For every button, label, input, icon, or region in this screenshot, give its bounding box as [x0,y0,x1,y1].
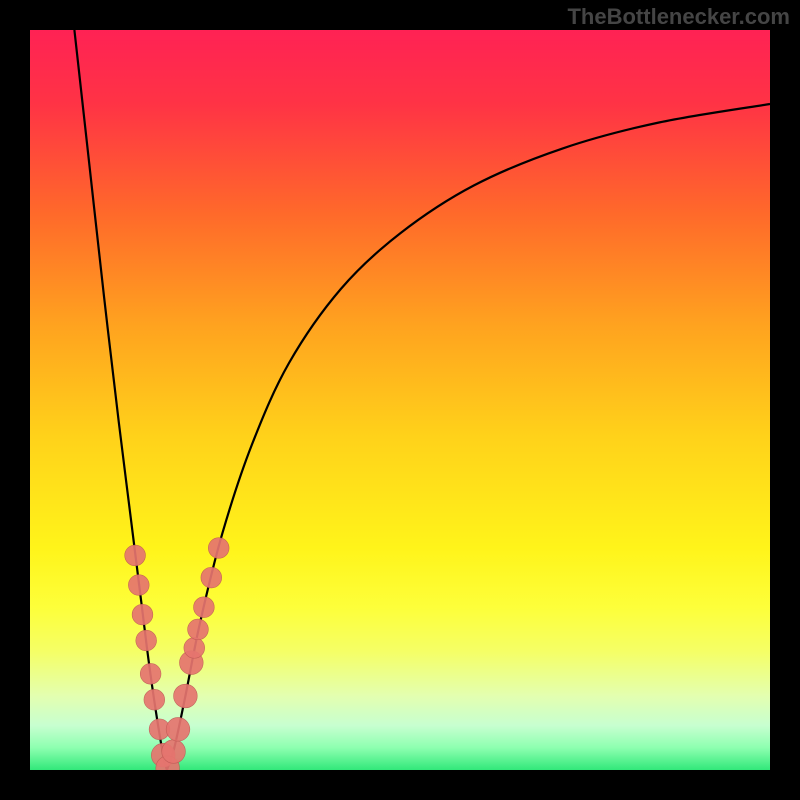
data-marker [174,684,198,708]
data-marker [125,545,146,566]
data-marker [140,663,161,684]
data-marker [188,619,209,640]
data-marker [128,575,149,596]
chart-container: { "watermark": "TheBottlenecker.com", "c… [0,0,800,800]
watermark-text: TheBottlenecker.com [567,4,790,30]
data-marker [166,717,190,741]
data-marker [144,689,165,710]
data-marker [201,567,222,588]
data-marker [184,638,205,659]
data-marker [162,740,186,764]
data-marker [208,538,229,559]
data-marker [136,630,157,651]
plot-area [30,30,770,770]
chart-svg [30,30,770,770]
gradient-background [30,30,770,770]
data-marker [194,597,215,618]
data-marker [132,604,153,625]
